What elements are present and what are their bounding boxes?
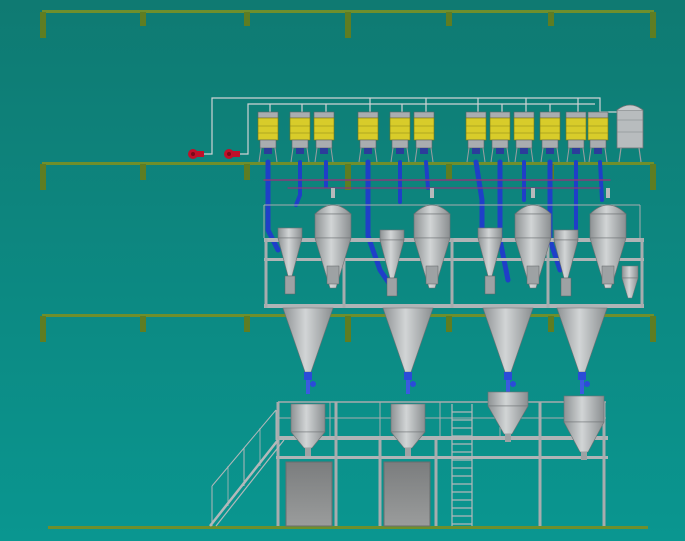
packing-room-left bbox=[285, 461, 333, 527]
plant-elevation-diagram bbox=[0, 0, 685, 541]
packing-room-right bbox=[383, 461, 431, 527]
ground-line bbox=[48, 526, 648, 529]
